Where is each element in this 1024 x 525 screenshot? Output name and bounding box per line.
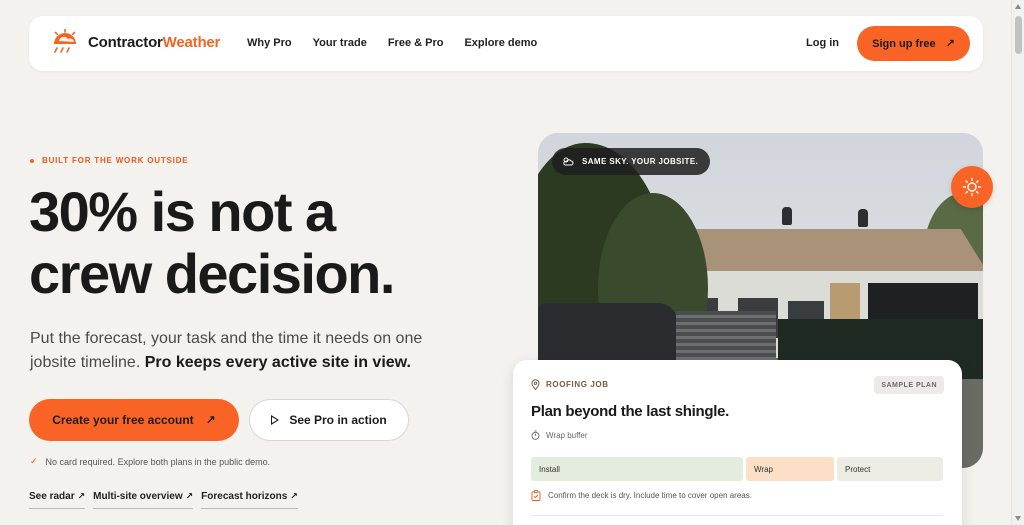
arrow-up-right-icon: ↗	[185, 491, 194, 501]
eyebrow-dot-icon	[30, 158, 34, 163]
create-account-label: Create your free account	[52, 413, 194, 427]
login-link[interactable]: Log in	[806, 37, 839, 49]
play-icon	[271, 415, 280, 425]
nav-link-explore-demo[interactable]: Explore demo	[464, 37, 537, 49]
no-card-note: ✓ No card required. Explore both plans i…	[30, 456, 270, 467]
hero-headline: 30% is not a crew decision.	[29, 180, 395, 305]
card-buffer: Wrap buffer	[531, 430, 588, 440]
link-multi-site-label: Multi-site overview	[93, 491, 183, 502]
scroll-up-arrow-icon[interactable]	[1015, 4, 1021, 9]
logo[interactable]: ContractorWeather	[48, 29, 220, 55]
card-note: Confirm the deck is dry. Include time to…	[531, 490, 752, 501]
cloud-sun-icon	[563, 157, 574, 166]
hero-headline-line2: crew decision.	[29, 242, 395, 305]
hero-subheading: Put the forecast, your task and the time…	[30, 327, 450, 375]
logo-wordmark-part2: Weather	[162, 33, 221, 51]
no-card-note-text: No card required. Explore both plans in …	[45, 456, 271, 467]
photo-badge: SAME SKY. YOUR JOBSITE.	[552, 148, 711, 175]
signup-button[interactable]: Sign up free ↗	[857, 26, 970, 61]
nav-link-your-trade[interactable]: Your trade	[313, 37, 367, 49]
link-forecast-horizons[interactable]: Forecast horizons ↗	[201, 491, 298, 509]
clipboard-icon	[531, 490, 541, 501]
jobsite-timeline: Install Wrap Protect	[531, 457, 943, 481]
timeline-segment-wrap: Wrap	[746, 457, 834, 481]
stopwatch-icon	[531, 430, 540, 440]
arrow-up-right-icon: ↗	[77, 491, 86, 501]
page-scrollbar[interactable]	[1011, 0, 1024, 525]
card-note-text: Confirm the deck is dry. Include time to…	[548, 491, 752, 500]
nav-link-why-pro[interactable]: Why Pro	[247, 37, 292, 49]
sun-weather-button[interactable]	[951, 166, 993, 208]
sample-plan-badge: SAMPLE PLAN	[874, 376, 944, 394]
card-job-tag-text: ROOFING JOB	[546, 380, 609, 389]
card-divider	[531, 515, 943, 516]
arrow-up-right-icon: ↗	[290, 491, 298, 501]
check-icon: ✓	[30, 456, 38, 466]
card-buffer-text: Wrap buffer	[546, 430, 588, 440]
scrollbar-thumb[interactable]	[1015, 16, 1022, 54]
link-multi-site-overview[interactable]: Multi-site overview ↗	[93, 491, 194, 509]
hero-secondary-links: See radar ↗ Multi-site overview ↗ Forecast…	[29, 491, 306, 509]
hero-eyebrow: BUILT FOR THE WORK OUTSIDE	[30, 156, 188, 165]
create-account-button[interactable]: Create your free account ↗	[29, 399, 239, 441]
card-title: Plan beyond the last shingle.	[531, 403, 730, 420]
see-pro-button[interactable]: See Pro in action	[249, 399, 409, 441]
sun-icon	[962, 177, 982, 197]
main-nav-links: Why Pro Your trade Free & Pro Explore de…	[247, 37, 558, 49]
signup-button-label: Sign up free	[872, 37, 936, 50]
location-pin-icon	[531, 379, 540, 390]
timeline-segment-install: Install	[531, 457, 743, 481]
photo-badge-text: SAME SKY. YOUR JOBSITE.	[582, 157, 699, 166]
see-pro-label: See Pro in action	[289, 413, 387, 427]
contractorweather-logo-icon	[54, 29, 76, 53]
hero-subheading-bold: Pro keeps every active site in view.	[144, 354, 411, 371]
logo-wordmark: ContractorWeather	[88, 34, 220, 51]
scroll-down-arrow-icon[interactable]	[1015, 516, 1021, 521]
link-see-radar[interactable]: See radar ↗	[29, 491, 86, 509]
link-forecast-horizons-label: Forecast horizons	[201, 491, 288, 502]
arrow-up-right-icon: ↗	[205, 413, 216, 427]
sample-plan-card: ROOFING JOB SAMPLE PLAN Plan beyond the …	[513, 360, 962, 525]
timeline-segment-protect: Protect	[837, 457, 943, 481]
arrow-up-right-icon: ↗	[945, 38, 955, 50]
nav-link-free-pro[interactable]: Free & Pro	[388, 37, 444, 49]
hero-headline-line1: 30% is not a	[29, 180, 336, 243]
hero-eyebrow-text: BUILT FOR THE WORK OUTSIDE	[42, 156, 189, 165]
top-navigation: ContractorWeather Why Pro Your trade Fre…	[29, 16, 983, 71]
card-job-tag: ROOFING JOB	[531, 379, 609, 390]
logo-wordmark-part1: Contractor	[88, 33, 163, 51]
link-see-radar-label: See radar	[29, 491, 75, 502]
